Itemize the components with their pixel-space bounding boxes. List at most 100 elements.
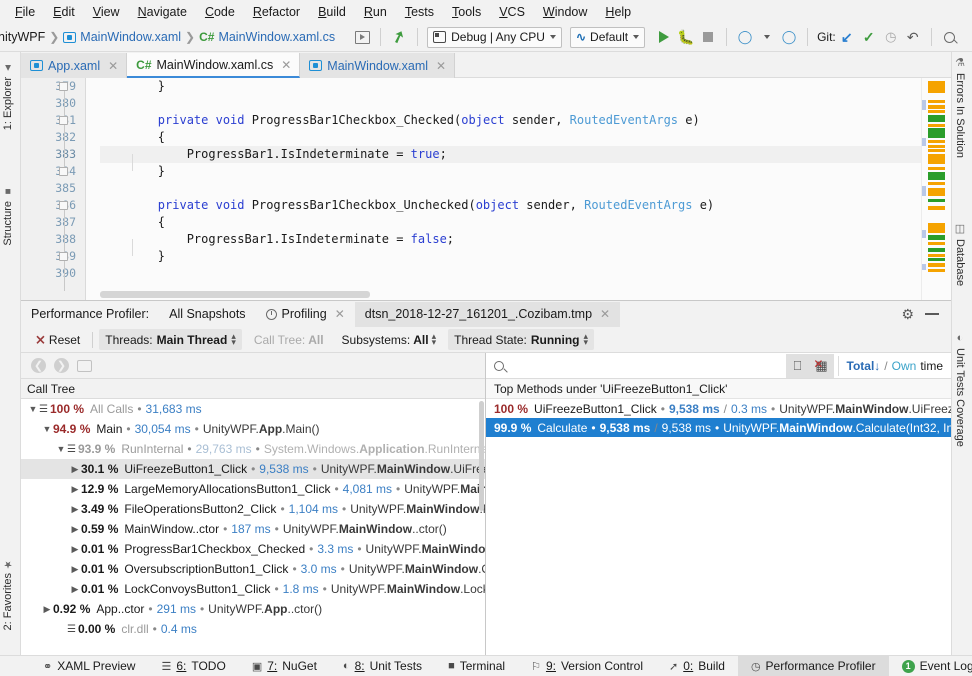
profiler-tab-all-snapshots[interactable]: All Snapshots [159,302,255,327]
menu-item-tools[interactable]: Tools [443,1,490,23]
call-tree-rows[interactable]: ▼☰100 %All Calls•31,683 ms▼94.9 %Main•30… [21,399,485,655]
table-row[interactable]: ▶12.9 %LargeMemoryAllocationsButton1_Cli… [21,479,485,499]
close-icon[interactable]: ✕ [281,58,291,72]
table-row[interactable]: ▶0.01 %OversubscriptionButton1_Click•3.0… [21,559,485,579]
close-icon-2[interactable]: ✕ [600,307,610,321]
chevron-down-icon[interactable]: ▼ [41,424,53,434]
stripe-marker[interactable] [928,248,945,252]
stripe-marker[interactable] [928,167,945,170]
tool-window-button-structure[interactable]: Structure■ [2,180,14,252]
threads-filter[interactable]: Threads: Main Thread ▴▾ [99,329,242,350]
stripe-marker[interactable] [928,110,945,113]
chevron-right-icon[interactable]: ▶ [69,504,81,515]
git-commit-button[interactable]: ✓ [858,26,880,48]
statusbar-item-event-log[interactable]: 1Event Log [889,656,972,676]
run-to-cursor-button[interactable] [351,26,373,48]
menu-item-view[interactable]: View [84,1,129,23]
table-row[interactable]: ▶0.92 %App..ctor•291 ms•UnityWPF.App..ct… [21,599,485,619]
close-icon[interactable]: ✕ [108,59,118,73]
close-icon[interactable]: ✕ [335,307,345,321]
table-row[interactable]: ▼☰100 %All Calls•31,683 ms [21,399,485,419]
stripe-marker[interactable] [928,145,945,148]
table-row[interactable]: ▶3.49 %FileOperationsButton2_Click•1,104… [21,499,485,519]
stripe-marker[interactable] [928,124,945,127]
statusbar-item-build[interactable]: ➚0:Build [656,656,738,676]
stripe-marker[interactable] [928,223,945,233]
editor-horizontal-scrollbar[interactable] [100,291,370,298]
error-stripe-markers[interactable] [921,78,951,300]
code-editor[interactable]: 379380381382383384385386387388389390 } p… [21,78,951,300]
stripe-marker[interactable] [928,81,945,93]
table-row[interactable]: ▼☰93.9 %RunInternal•29,763 ms•System.Win… [21,439,485,459]
stripe-marker[interactable] [928,149,945,152]
tool-window-button-errors-in-solution[interactable]: ⚗Errors In Solution [954,56,966,158]
menu-item-vcs[interactable]: VCS [490,1,534,23]
merge-calls-button[interactable]: ⎕ [786,354,810,378]
code-line[interactable] [100,95,921,112]
code-line[interactable]: ProgressBar1.IsIndeterminate = false; [100,231,921,248]
stripe-marker[interactable] [928,258,945,261]
back-icon[interactable]: ❮ [31,358,46,373]
statusbar-item-terminal[interactable]: ■Terminal [435,656,518,676]
folder-icon[interactable] [77,360,92,372]
stripe-marker[interactable] [928,100,945,103]
chevron-right-icon[interactable]: ▶ [69,484,81,495]
menu-item-help[interactable]: Help [596,1,640,23]
tool-window-button-1--explorer[interactable]: 1: Explorer▲ [2,56,14,136]
code-line[interactable] [100,265,921,282]
table-row[interactable]: ▼94.9 %Main•30,054 ms•UnityWPF.App.Main(… [21,419,485,439]
code-line[interactable]: } [100,163,921,180]
stop-button[interactable] [697,26,719,48]
breadcrumb-mainwindow-xaml[interactable]: MainWindow.xaml [63,30,181,44]
statusbar-item-version-control[interactable]: ⚐9:Version Control [518,656,656,676]
editor-gutter[interactable]: 379380381382383384385386387388389390 [21,78,86,300]
search-input[interactable] [486,353,786,379]
stripe-marker[interactable] [928,128,945,138]
search-everywhere-button[interactable] [939,26,961,48]
tool-window-button-database[interactable]: ◫Database [954,222,966,286]
code-line[interactable]: } [100,78,921,95]
profiler-tab-snapshot[interactable]: dtsn_2018-12-27_161201_.Cozibam.tmp ✕ [355,302,620,327]
stripe-marker[interactable] [928,206,945,210]
git-history-button[interactable]: ◷ [880,26,902,48]
menu-item-tests[interactable]: Tests [396,1,443,23]
stripe-marker[interactable] [928,115,945,122]
minimize-button[interactable] [921,303,943,325]
code-line[interactable]: { [100,214,921,231]
tool-window-button-2--favorites[interactable]: 2: Favorites★ [2,552,14,636]
fold-column[interactable] [58,78,70,300]
table-row[interactable]: 99.9 %Calculate•9,538 ms/9,538 ms•UnityW… [486,418,951,437]
stripe-marker[interactable] [928,269,945,272]
table-row[interactable]: 100 %UiFreezeButton1_Click•9,538 ms/0.3 … [486,399,951,418]
table-row[interactable]: ▶0.59 %MainWindow..ctor•187 ms•UnityWPF.… [21,519,485,539]
menu-item-edit[interactable]: Edit [44,1,84,23]
stripe-marker[interactable] [928,154,945,164]
profile-configuration-selector[interactable]: ∿ Default [570,27,645,48]
editor-tab-app-xaml[interactable]: App.xaml✕ [21,53,127,78]
code-line[interactable]: private void ProgressBar1Checkbox_Checke… [100,112,921,129]
code-line[interactable]: ProgressBar1.IsIndeterminate = true; [100,146,921,163]
stripe-marker[interactable] [928,254,945,257]
table-row[interactable]: ▶0.01 %LockConvoysButton1_Click•1.8 ms•U… [21,579,485,599]
stripe-marker[interactable] [928,140,945,143]
calltree-filter[interactable]: Call Tree: All [248,331,330,349]
profiler-dropdown-button[interactable] [756,26,778,48]
statusbar-item-todo[interactable]: ☰6:TODO [148,656,238,676]
reset-button[interactable]: ⨯ Reset [29,330,86,350]
debug-button[interactable]: 🐛 [675,26,697,48]
stripe-marker[interactable] [928,172,945,180]
menu-item-window[interactable]: Window [534,1,596,23]
call-tree-scrollbar[interactable] [479,401,484,511]
settings-button[interactable]: ⚙ [897,303,919,325]
statusbar-item-performance-profiler[interactable]: ◷Performance Profiler [738,656,889,676]
code-line[interactable]: } [100,248,921,265]
build-hammer-button[interactable]: ➚ [388,26,410,48]
editor-tab-mainwindow-xaml[interactable]: MainWindow.xaml✕ [300,53,455,78]
profiler-tab-profiling[interactable]: Profiling ✕ [256,302,355,327]
chevron-right-icon[interactable]: ▶ [69,464,81,475]
run-button[interactable] [653,26,675,48]
sort-toggle[interactable]: Total↓ / Own time [838,356,951,376]
stripe-marker[interactable] [928,188,945,196]
stripe-marker[interactable] [928,199,945,202]
table-row[interactable]: ▶30.1 %UiFreezeButton1_Click•9,538 ms•Un… [21,459,485,479]
